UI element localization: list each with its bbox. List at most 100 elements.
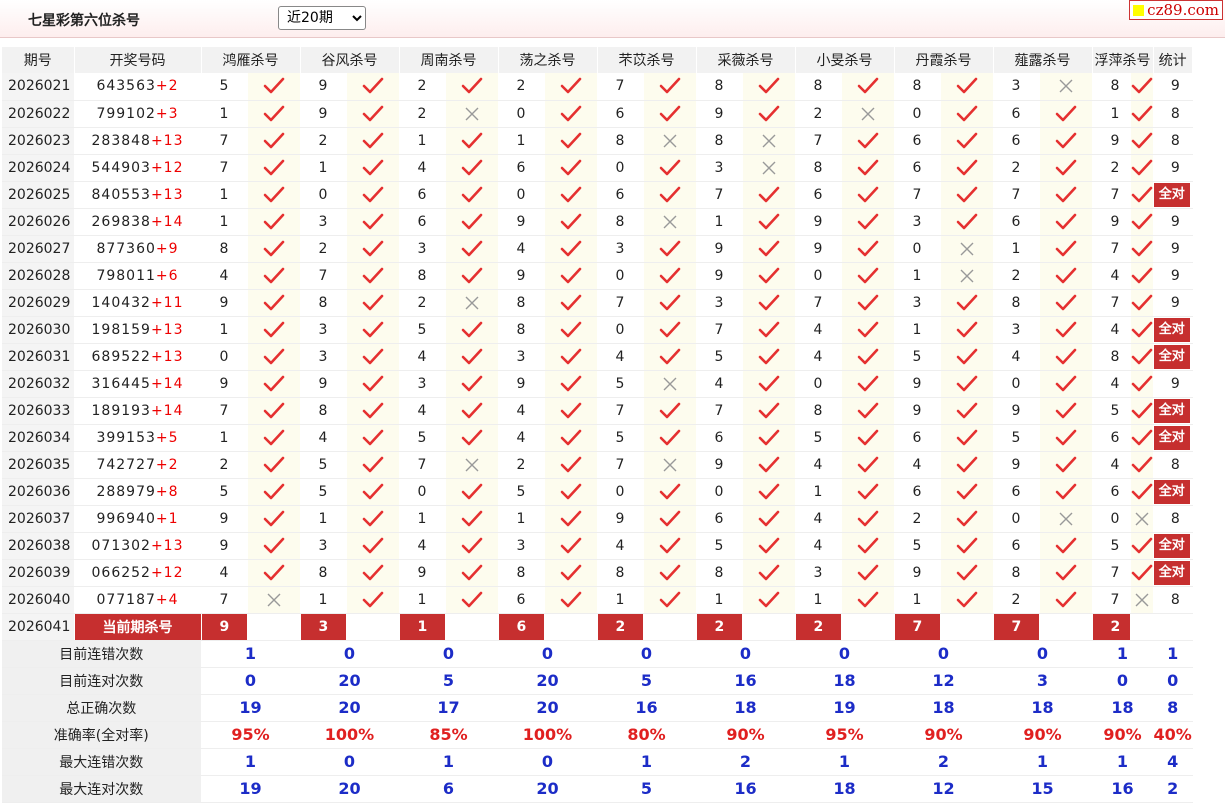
result-mark: [1130, 262, 1154, 290]
table-row: 2026028 798011+6 4 7 8 9 0 9 0 1 2 4 9: [2, 262, 1193, 290]
result-mark: [940, 532, 994, 560]
result-mark: [841, 235, 895, 263]
current-kill-number: 2: [597, 613, 644, 641]
summary-row: 总正确次数 19 20 17 20 16 18 19 18 18 18 8: [2, 694, 1193, 722]
summary-value: 19: [795, 694, 895, 722]
check-icon: [1131, 402, 1152, 418]
check-icon: [1055, 186, 1076, 202]
range-select[interactable]: 近20期: [278, 6, 366, 30]
summary-value: 1: [201, 748, 301, 776]
summary-value: 95%: [201, 721, 301, 749]
result-mark: [445, 289, 499, 317]
pick-number: 1: [201, 424, 248, 452]
pick-number: 7: [1092, 559, 1131, 587]
result-mark: [544, 424, 598, 452]
result-mark: [742, 559, 796, 587]
check-icon: [659, 321, 680, 337]
result-mark: [940, 73, 994, 101]
result-mark: [1130, 370, 1154, 398]
col-header: 丹霞杀号: [894, 47, 994, 73]
draw-number: 689522: [91, 348, 151, 365]
result-mark: [445, 505, 499, 533]
result-mark: [247, 343, 301, 371]
result-mark: [1039, 559, 1093, 587]
result-mark: [544, 100, 598, 128]
summary-value: 18: [894, 694, 994, 722]
result-mark: [742, 370, 796, 398]
check-icon: [461, 213, 482, 229]
result-mark: [1130, 289, 1154, 317]
draw-number: 071302: [91, 537, 151, 554]
draw-number: 198159: [91, 321, 151, 338]
draw-cell: 689522+13: [74, 343, 202, 371]
summary-value: 0: [399, 640, 499, 668]
pick-number: 8: [696, 559, 743, 587]
check-icon: [956, 375, 977, 391]
pick-number: 0: [201, 343, 248, 371]
issue-cell: 2026023: [2, 127, 75, 155]
current-label: 当前期杀号: [74, 613, 202, 641]
summary-value: 18: [1092, 694, 1154, 722]
check-icon: [1131, 186, 1152, 202]
check-icon: [956, 132, 977, 148]
result-mark: [742, 397, 796, 425]
draw-cell: 840553+13: [74, 181, 202, 209]
table-row: 2026040 077187+4 7 1 1 6 1 1 1 1 2 7 8: [2, 586, 1193, 614]
check-icon: [956, 456, 977, 472]
pick-number: 9: [894, 370, 941, 398]
result-mark: [445, 451, 499, 479]
pick-number: 1: [399, 127, 446, 155]
result-mark: [544, 181, 598, 209]
summary-value: 40%: [1153, 721, 1193, 749]
pick-number: 4: [498, 424, 545, 452]
pick-number: 4: [1092, 316, 1131, 344]
current-kill-number: 1: [399, 613, 446, 641]
check-icon: [461, 267, 482, 283]
check-icon: [362, 483, 383, 499]
check-icon: [1055, 402, 1076, 418]
summary-value: 20: [498, 775, 598, 803]
summary-value: 8: [1153, 694, 1193, 722]
check-icon: [956, 429, 977, 445]
check-icon: [659, 402, 680, 418]
issue-cell: 2026039: [2, 559, 75, 587]
draw-cell: 877360+9: [74, 235, 202, 263]
result-mark: [841, 586, 895, 614]
pick-number: 6: [1092, 424, 1131, 452]
draw-number: 742727: [96, 456, 156, 473]
result-mark: [445, 559, 499, 587]
pick-number: 3: [894, 208, 941, 236]
cross-icon: [762, 134, 775, 147]
check-icon: [263, 105, 284, 121]
pick-number: 8: [696, 73, 743, 101]
issue-cell: 2026036: [2, 478, 75, 506]
result-mark: [940, 289, 994, 317]
check-icon: [560, 537, 581, 553]
summary-value: 100%: [300, 721, 400, 749]
result-mark: [1130, 505, 1154, 533]
current-blank: [1153, 613, 1193, 641]
site-logo[interactable]: cz89.com: [1129, 0, 1223, 20]
current-kill-number: 9: [201, 613, 248, 641]
pick-number: 0: [597, 262, 644, 290]
stat-cell: 8: [1153, 586, 1193, 614]
current-blank: [544, 613, 598, 641]
check-icon: [659, 348, 680, 364]
result-mark: [841, 127, 895, 155]
pick-number: 9: [300, 370, 347, 398]
pick-number: 4: [795, 343, 842, 371]
pick-number: 4: [201, 559, 248, 587]
cross-icon: [1059, 512, 1072, 525]
pick-number: 6: [795, 181, 842, 209]
result-mark: [841, 478, 895, 506]
draw-cell: 798011+6: [74, 262, 202, 290]
pick-number: 8: [300, 289, 347, 317]
result-mark: [940, 316, 994, 344]
result-mark: [841, 154, 895, 182]
pick-number: 8: [498, 559, 545, 587]
result-mark: [445, 586, 499, 614]
table-row: 2026022 799102+3 1 9 2 0 6 9 2 0 6 1 8: [2, 100, 1193, 128]
pick-number: 2: [399, 100, 446, 128]
all-correct-badge: 全对: [1153, 182, 1190, 207]
issue-cell: 2026037: [2, 505, 75, 533]
